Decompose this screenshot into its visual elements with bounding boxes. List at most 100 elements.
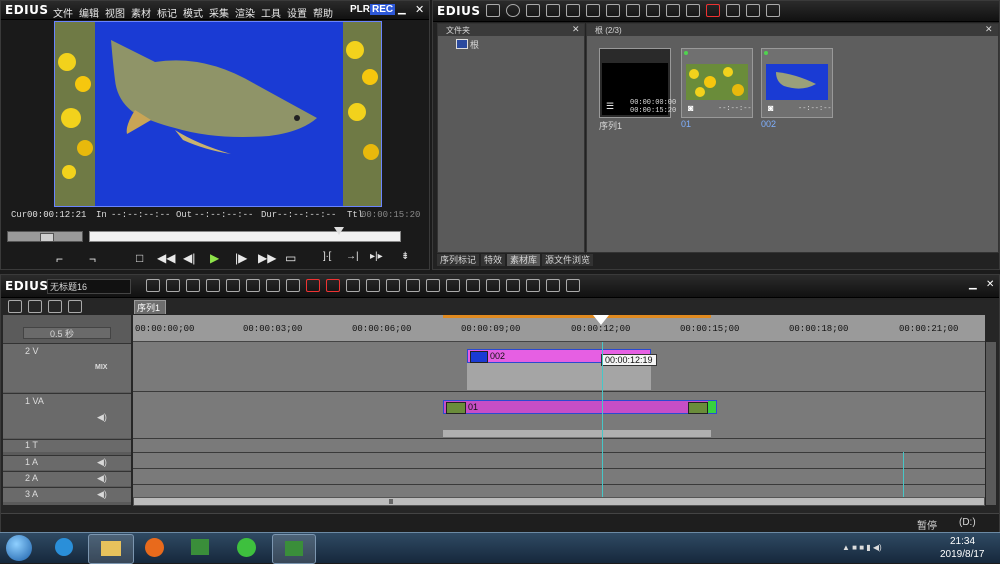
timeline-ruler[interactable]: 00:00:00;00 00:00:03;00 00:00:06;00 00:0… (133, 315, 985, 342)
add-sequence-icon[interactable] (686, 4, 700, 17)
speaker-icon[interactable]: ◀) (97, 457, 107, 468)
color-bar-icon[interactable] (586, 4, 600, 17)
properties-icon[interactable] (726, 4, 740, 17)
export-icon[interactable] (486, 279, 500, 292)
menu-edit[interactable]: 编辑 (79, 9, 99, 20)
tray-icons[interactable]: ▲ ■ ■ ▮ ◀) (842, 543, 932, 553)
shuttle-slider[interactable] (7, 231, 83, 242)
paste-icon[interactable] (646, 4, 660, 17)
capture-icon[interactable] (166, 279, 180, 292)
menu-marker[interactable]: 标记 (157, 9, 177, 20)
to-timeline-icon[interactable] (666, 4, 680, 17)
rewind-icon[interactable]: ◀◀ (157, 251, 175, 265)
menu-file[interactable]: 文件 (53, 9, 73, 20)
taskbar-app-1[interactable] (45, 536, 81, 560)
menu-view[interactable]: 视图 (105, 9, 125, 20)
stop-icon[interactable]: □ (136, 251, 143, 265)
cut-icon[interactable] (606, 4, 620, 17)
folder-icon[interactable] (486, 4, 500, 17)
insert-icon[interactable]: ]∙[ (323, 251, 331, 262)
timeline-hscrollbar[interactable] (133, 497, 985, 506)
step-back-icon[interactable]: ◀| (183, 251, 195, 265)
plr-toggle[interactable]: PLR (350, 4, 370, 15)
track-header-2a[interactable]: 2 A ◀) (3, 471, 131, 486)
clip-002-v2-body[interactable] (467, 363, 651, 390)
overwrite-icon[interactable]: →| (346, 251, 359, 262)
track-header-2v[interactable]: 2 V MIX (3, 343, 131, 392)
menu-clip[interactable]: 素材 (131, 9, 151, 20)
save-icon[interactable] (226, 279, 240, 292)
clip-name-01[interactable]: 01 (681, 119, 691, 129)
copy-icon[interactable] (626, 4, 640, 17)
clip-name-sequence[interactable]: 序列1 (599, 119, 622, 132)
project-name-field[interactable]: 无标题16 (47, 279, 131, 294)
track-header-1va[interactable]: 1 VA ◀) (3, 393, 131, 438)
trim-icon[interactable]: ▸|▸ (370, 251, 383, 262)
taskbar-firefox[interactable] (137, 536, 173, 560)
output-icon[interactable]: ⇟ (401, 251, 409, 262)
tab-source-browser[interactable]: 源文件浏览 (542, 254, 594, 266)
track-header-3a[interactable]: 3 A ◀) (3, 487, 131, 502)
search-icon[interactable] (506, 4, 520, 17)
multicam-icon[interactable] (506, 279, 520, 292)
snap-icon[interactable] (386, 279, 400, 292)
taskbar-edius-1[interactable] (182, 536, 218, 560)
add-clip-icon[interactable] (546, 4, 560, 17)
undo-icon[interactable] (346, 279, 360, 292)
view-mode-icon[interactable] (746, 4, 760, 17)
menu-settings[interactable]: 设置 (287, 9, 307, 20)
clip-thumb-002[interactable]: ◙ --:--:-- (761, 48, 833, 118)
menu-help[interactable]: 帮助 (313, 9, 333, 20)
zoom-control[interactable]: 0.5 秒 (23, 327, 111, 339)
mark-in-icon[interactable]: ⌐ (56, 252, 63, 266)
render-icon[interactable] (426, 279, 440, 292)
clip-01-audio[interactable] (443, 430, 711, 437)
mixer-icon[interactable] (526, 279, 540, 292)
clip-thumb-01[interactable]: ◙ --:--:-- (681, 48, 753, 118)
link-icon[interactable] (406, 279, 420, 292)
fast-forward-icon[interactable]: ▶▶ (258, 251, 276, 265)
title-icon[interactable] (446, 279, 460, 292)
track-header-1t[interactable]: 1 T (3, 439, 131, 452)
taskbar-edius-2[interactable] (272, 534, 316, 564)
track-icon-2[interactable] (28, 300, 42, 313)
folder-panel-close-icon[interactable]: ✕ (572, 24, 580, 35)
marker-icon[interactable] (546, 279, 560, 292)
track-icon-4[interactable] (68, 300, 82, 313)
open-icon[interactable] (206, 279, 220, 292)
track-header-1a[interactable]: 1 A ◀) (3, 455, 131, 470)
redo-icon[interactable] (366, 279, 380, 292)
tab-sequence-marker[interactable]: 序列标记 (437, 254, 480, 266)
new-icon[interactable] (186, 279, 200, 292)
up-folder-icon[interactable] (526, 4, 540, 17)
scrub-bar[interactable] (89, 231, 401, 242)
menu-capture[interactable]: 采集 (209, 9, 229, 20)
hscroll-thumb[interactable] (389, 499, 393, 504)
clip-thumb-sequence[interactable]: ☰ 00:00:00:00 00:00:15:20 (599, 48, 676, 118)
track-icon-3[interactable] (48, 300, 62, 313)
bin-settings-icon[interactable] (766, 4, 780, 17)
mark-out-icon[interactable]: ¬ (89, 252, 96, 266)
root-folder[interactable]: 根 (470, 38, 479, 51)
copy-icon[interactable] (266, 279, 280, 292)
close-icon[interactable]: ✕ (415, 3, 424, 16)
clip-panel-close-icon[interactable]: ✕ (985, 24, 993, 35)
sequence-tab[interactable]: 序列1 (134, 300, 166, 314)
paste-icon[interactable] (286, 279, 300, 292)
start-button[interactable] (6, 535, 32, 561)
ripple-delete-icon[interactable] (326, 279, 340, 292)
tab-library[interactable]: 素材库 (507, 254, 541, 266)
ruler-playhead-icon[interactable] (593, 315, 609, 325)
taskbar-app-green[interactable] (228, 536, 264, 560)
cut-icon[interactable] (246, 279, 260, 292)
track-icon-1[interactable] (8, 300, 22, 313)
menu-tools[interactable]: 工具 (261, 9, 281, 20)
minimize-icon[interactable]: ▁ (398, 4, 406, 15)
clip-name-002[interactable]: 002 (761, 119, 776, 129)
tab-effects[interactable]: 特效 (481, 254, 506, 266)
delete-icon[interactable] (706, 4, 720, 17)
step-forward-icon[interactable]: |▶ (235, 251, 247, 265)
delete-clip-icon[interactable] (306, 279, 320, 292)
shuttle-handle[interactable] (40, 233, 54, 242)
timeline-close-icon[interactable]: ✕ (986, 279, 994, 290)
